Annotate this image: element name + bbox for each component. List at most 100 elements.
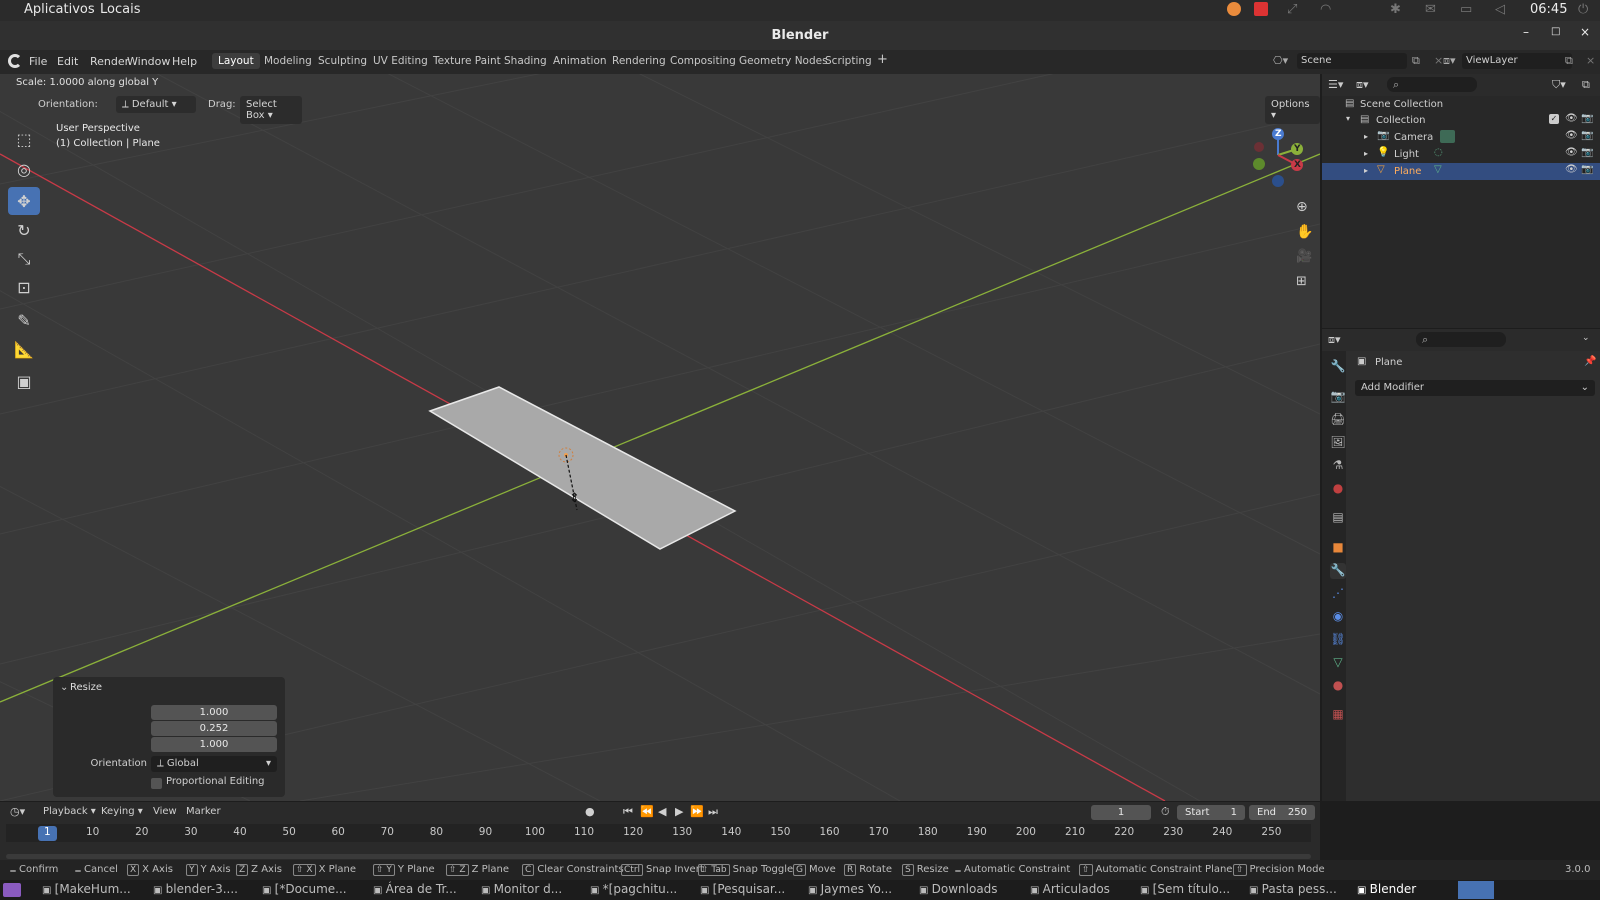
physics-tab-icon[interactable]: ◉	[1330, 609, 1346, 625]
expand-icon[interactable]: ▾	[1346, 114, 1350, 123]
tab-modeling[interactable]: Modeling	[264, 55, 312, 67]
jump-start-icon[interactable]: ⏮	[623, 805, 633, 819]
zoom-icon[interactable]: ⊕	[1296, 199, 1308, 215]
gizmo-neg-y[interactable]	[1253, 158, 1265, 170]
next-keyframe-icon[interactable]: ⏩	[690, 805, 704, 818]
marker-menu[interactable]: Marker	[186, 806, 221, 817]
taskbar-item[interactable]: ▣ [Sem título...	[1140, 882, 1230, 896]
wifi-icon[interactable]: ◠	[1320, 2, 1331, 17]
pan-hand-icon[interactable]: ✋	[1296, 224, 1313, 240]
gizmo-neg-z[interactable]	[1272, 175, 1284, 187]
outliner-item-light[interactable]: ▸ 💡 Light ◌ 👁 📷	[1322, 146, 1600, 163]
power-icon[interactable]: ⏻	[1578, 2, 1588, 17]
options-dropdown[interactable]: Options ▾	[1265, 96, 1320, 124]
tab-animation[interactable]: Animation	[553, 55, 607, 67]
taskbar-item[interactable]: ▣ Articulados	[1030, 882, 1110, 896]
tab-sculpting[interactable]: Sculpting	[318, 55, 367, 67]
taskbar-item[interactable]: ▣ [MakeHum...	[42, 882, 131, 896]
proportional-editing-checkbox[interactable]	[151, 778, 162, 789]
start-frame-field[interactable]: Start 1	[1177, 805, 1245, 820]
scale-z-field[interactable]: 1.000	[151, 737, 277, 752]
outliner-item-camera[interactable]: ▸ 📷 Camera 👁 📷	[1322, 129, 1600, 146]
clock-icon[interactable]: ⏱	[1161, 805, 1170, 819]
viewlayer-name-field[interactable]: ViewLayer	[1462, 53, 1572, 69]
taskbar-item[interactable]: ▣ Downloads	[919, 882, 998, 896]
visibility-eye-icon[interactable]: 👁	[1565, 164, 1578, 175]
plane-object[interactable]	[428, 386, 737, 550]
tab-scripting[interactable]: Scripting	[825, 55, 872, 67]
outliner-search[interactable]: ⌕	[1387, 77, 1477, 92]
editor-type-icon[interactable]: ◷▾	[10, 805, 25, 818]
exclude-checkbox[interactable]: ✓	[1549, 114, 1559, 124]
rotate-tool[interactable]: ↻	[8, 216, 40, 244]
playback-menu[interactable]: Playback ▾	[43, 806, 96, 817]
orientation-select[interactable]: ⟂ Global ▾	[151, 756, 277, 772]
visibility-eye-icon[interactable]: 👁	[1565, 147, 1578, 158]
mail-icon[interactable]: ✉	[1425, 2, 1436, 17]
delete-scene-icon[interactable]: ×	[1434, 54, 1443, 67]
keying-menu[interactable]: Keying ▾	[101, 806, 143, 817]
taskbar-item[interactable]: ▣ Blender	[1357, 882, 1416, 896]
tab-layout[interactable]: Layout	[212, 53, 260, 69]
active-window-indicator[interactable]	[1458, 881, 1494, 899]
tab-shading[interactable]: Shading	[504, 55, 547, 67]
light-data-icon[interactable]: ◌	[1434, 147, 1443, 158]
camera-view-icon[interactable]: 🎥	[1296, 249, 1312, 264]
gizmo-neg-x[interactable]	[1254, 142, 1264, 152]
visibility-eye-icon[interactable]: 👁	[1565, 130, 1578, 141]
camera-data-icon[interactable]	[1440, 130, 1455, 143]
render-camera-icon[interactable]: 📷	[1581, 147, 1593, 158]
current-frame-field[interactable]: 1	[1091, 805, 1151, 820]
perspective-grid-icon[interactable]: ⊞	[1296, 274, 1307, 289]
taskbar-item[interactable]: ▣ blender-3....	[153, 882, 238, 896]
scale-y-field[interactable]: 0.252	[151, 721, 277, 736]
world-tab-icon[interactable]: ●	[1330, 481, 1346, 497]
scale-x-field[interactable]: 1.000	[151, 705, 277, 720]
play-icon[interactable]: ▶	[675, 805, 683, 818]
pin-icon[interactable]: 📌	[1584, 356, 1596, 367]
add-modifier-dropdown[interactable]: Add Modifier ⌄	[1355, 380, 1595, 396]
render-camera-icon[interactable]: 📷	[1581, 113, 1593, 124]
tab-geometry-nodes[interactable]: Geometry Nodes	[739, 55, 828, 67]
expand-icon[interactable]: ▸	[1364, 132, 1368, 141]
object-tab-icon[interactable]: ■	[1330, 540, 1346, 556]
transform-tool[interactable]: ⊡	[8, 273, 40, 301]
output-tab-icon[interactable]: 🖨	[1330, 412, 1346, 428]
move-tool[interactable]: ✥	[8, 187, 40, 215]
filter-icon[interactable]: ⛉▾	[1552, 78, 1566, 92]
visibility-eye-icon[interactable]: 👁	[1565, 113, 1578, 124]
tab-compositing[interactable]: Compositing	[670, 55, 736, 67]
constraints-tab-icon[interactable]: ⛓	[1330, 632, 1346, 648]
panel-collapse-icon[interactable]: ⌄	[60, 682, 68, 693]
places-menu[interactable]: Locais	[100, 2, 140, 17]
editor-type-icon[interactable]: ☰▾	[1328, 78, 1343, 91]
tray-icon[interactable]: ⤢	[1287, 2, 1297, 17]
taskbar-item[interactable]: ▣ *[pagchitu...	[590, 882, 677, 896]
taskbar-item[interactable]: ▣ Pasta pess...	[1249, 882, 1337, 896]
collection-row[interactable]: ▾ ▤ Collection ✓ 👁 📷	[1322, 112, 1600, 129]
timeline-scrollbar[interactable]	[6, 854, 1311, 859]
render-camera-icon[interactable]: 📷	[1581, 164, 1593, 175]
view-layer-tab-icon[interactable]: 🖼	[1330, 435, 1346, 451]
material-tab-icon[interactable]: ●	[1330, 678, 1346, 694]
new-collection-icon[interactable]: ⧉	[1582, 78, 1590, 92]
tab-uv-editing[interactable]: UV Editing	[373, 55, 428, 67]
taskbar-item[interactable]: ▣ [*Docume...	[262, 882, 347, 896]
menu-help[interactable]: Help	[172, 55, 197, 68]
expand-icon[interactable]: ▸	[1364, 166, 1368, 175]
scene-collection-row[interactable]: ▤ Scene Collection	[1322, 96, 1600, 113]
maximize-icon[interactable]: □	[1551, 26, 1560, 37]
prev-keyframe-icon[interactable]: ⏪	[640, 805, 654, 818]
menu-edit[interactable]: Edit	[57, 55, 78, 68]
tool-tab-icon[interactable]: 🔧	[1330, 359, 1346, 375]
scene-name-field[interactable]: Scene	[1297, 53, 1407, 69]
scale-tool[interactable]: ⤡	[8, 245, 40, 273]
taskbar-item[interactable]: ▣ Área de Tr...	[373, 882, 457, 896]
editor-type-icon[interactable]: ⧈▾	[1328, 333, 1341, 347]
delete-viewlayer-icon[interactable]: ×	[1586, 54, 1595, 67]
end-frame-field[interactable]: End 250	[1249, 805, 1315, 820]
modifier-tab-icon[interactable]: 🔧	[1330, 563, 1346, 579]
menu-render[interactable]: Render	[90, 55, 129, 68]
show-desktop-icon[interactable]	[3, 883, 21, 897]
scene-tab-icon[interactable]: ⚗	[1330, 458, 1346, 474]
